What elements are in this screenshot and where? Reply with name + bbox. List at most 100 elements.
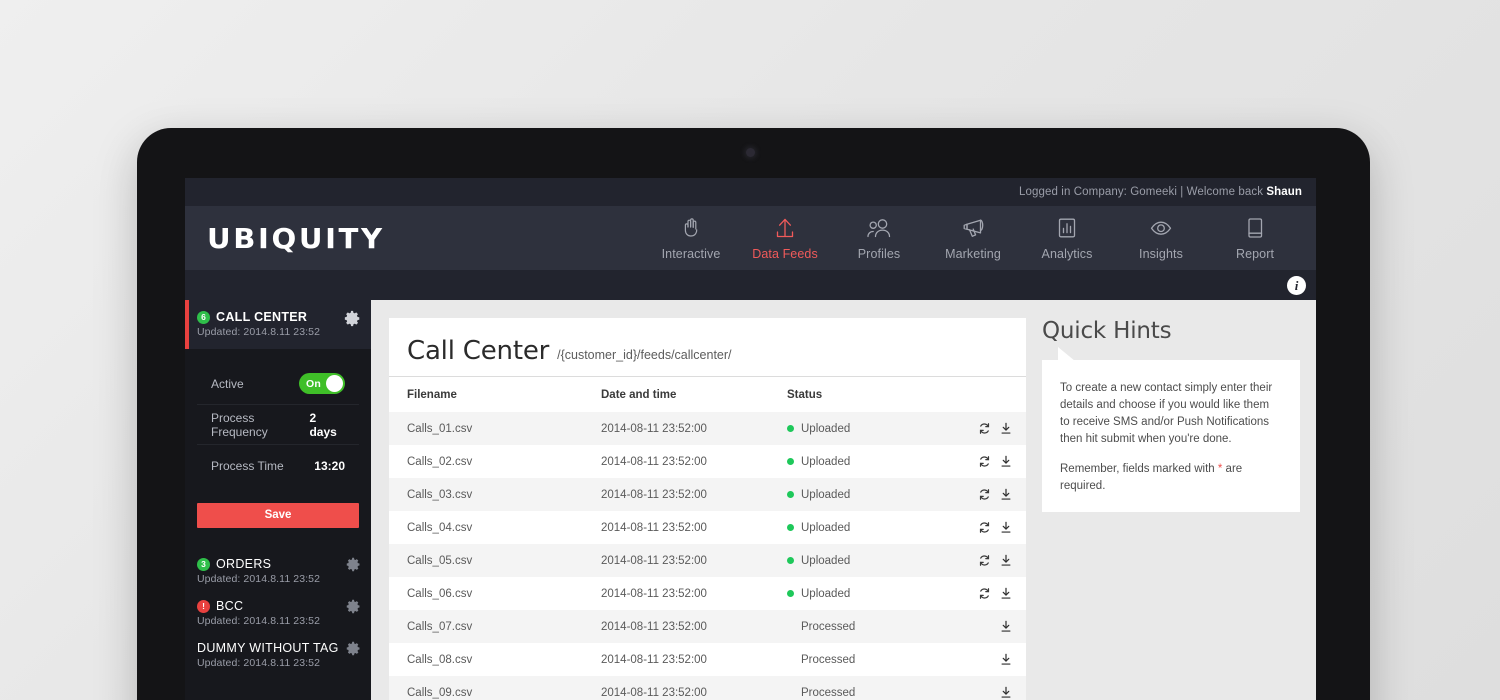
sidebar-item-orders[interactable]: 3 ORDERS Updated: 2014.8.11 23:52	[185, 550, 371, 592]
table-row[interactable]: Calls_05.csv 2014-08-11 23:52:00 Uploaded	[389, 544, 1026, 577]
status-dot	[787, 491, 794, 498]
status-label: Uploaded	[801, 521, 851, 534]
gear-icon[interactable]	[346, 557, 361, 572]
nav-item-data-feeds[interactable]: Data Feeds	[738, 214, 832, 263]
cell-actions	[960, 544, 1026, 577]
refresh-icon[interactable]	[978, 521, 991, 534]
brand-logo[interactable]: UBIQUITY	[207, 222, 385, 255]
setting-row-process-time[interactable]: Process Time 13:20	[197, 445, 359, 486]
download-icon[interactable]	[1000, 587, 1012, 600]
sidebar-item-dummy-without-tag[interactable]: DUMMY WITHOUT TAG Updated: 2014.8.11 23:…	[185, 634, 371, 676]
nav-item-report[interactable]: Report	[1208, 214, 1302, 263]
cell-actions	[960, 445, 1026, 478]
cell-filename: Calls_05.csv	[407, 554, 473, 567]
save-button[interactable]: Save	[197, 503, 359, 528]
sidebar-item-label: CALL CENTER	[216, 310, 308, 324]
download-icon[interactable]	[1000, 521, 1012, 534]
setting-label-process-time: Process Time	[211, 458, 284, 473]
cell-filename: Calls_06.csv	[407, 587, 473, 600]
table-row[interactable]: Calls_09.csv 2014-08-11 23:52:00 Processed	[389, 676, 1026, 700]
hint-text-before: Remember, fields marked with	[1060, 463, 1218, 476]
status-label: Processed	[801, 686, 856, 699]
sidebar-item-body: 6 CALL CENTER Updated: 2014.8.11 23:52	[197, 310, 338, 338]
table-row[interactable]: Calls_02.csv 2014-08-11 23:52:00 Uploaded	[389, 445, 1026, 478]
download-icon[interactable]	[1000, 422, 1012, 435]
download-icon[interactable]	[1000, 653, 1012, 666]
table-row[interactable]: Calls_06.csv 2014-08-11 23:52:00 Uploaded	[389, 577, 1026, 610]
sidebar-item-title-row: DUMMY WITHOUT TAG	[197, 641, 340, 655]
setting-value-process-time: 13:20	[314, 458, 345, 473]
refresh-icon[interactable]	[978, 554, 991, 567]
refresh-icon[interactable]	[978, 455, 991, 468]
status-label: Uploaded	[801, 587, 851, 600]
card-header: Call Center /{customer_id}/feeds/callcen…	[389, 336, 1026, 377]
setting-row-active: Active On	[197, 363, 359, 404]
sidebar-item-bcc[interactable]: ! BCC Updated: 2014.8.11 23:52	[185, 592, 371, 634]
table-row[interactable]: Calls_08.csv 2014-08-11 23:52:00 Processed	[389, 643, 1026, 676]
gear-icon[interactable]	[346, 599, 361, 614]
download-icon[interactable]	[1000, 686, 1012, 699]
body-split: 6 CALL CENTER Updated: 2014.8.11 23:52 A…	[185, 300, 1316, 700]
active-toggle[interactable]: On	[299, 373, 345, 394]
quick-hints-title: Quick Hints	[1042, 318, 1172, 344]
main-content: Call Center /{customer_id}/feeds/callcen…	[371, 300, 1316, 700]
sidebar-item-call-center[interactable]: 6 CALL CENTER Updated: 2014.8.11 23:52	[185, 300, 371, 349]
column-header-status: Status	[787, 389, 823, 401]
nav-item-profiles[interactable]: Profiles	[832, 214, 926, 263]
table-row[interactable]: Calls_04.csv 2014-08-11 23:52:00 Uploaded	[389, 511, 1026, 544]
cell-datetime: 2014-08-11 23:52:00	[601, 620, 707, 633]
nav-label-profiles: Profiles	[857, 246, 901, 261]
setting-row-frequency[interactable]: Process Frequency 2 days	[197, 404, 359, 445]
status-dot	[787, 590, 794, 597]
cell-filename: Calls_02.csv	[407, 455, 473, 468]
sidebar-item-label: DUMMY WITHOUT TAG	[197, 641, 339, 655]
refresh-icon[interactable]	[978, 587, 991, 600]
download-icon[interactable]	[1000, 554, 1012, 567]
gear-icon[interactable]	[346, 641, 361, 656]
quick-hints-paragraph-2: Remember, fields marked with * are requi…	[1060, 461, 1280, 495]
page-title: Call Center	[407, 336, 550, 366]
quick-hints-panel: Quick Hints To create a new contact simp…	[1042, 318, 1300, 700]
feed-card: Call Center /{customer_id}/feeds/callcen…	[389, 318, 1026, 700]
status-dot	[787, 425, 794, 432]
sidebar-item-body: 3 ORDERS Updated: 2014.8.11 23:52	[197, 557, 340, 585]
refresh-icon[interactable]	[978, 422, 991, 435]
sidebar-item-body: ! BCC Updated: 2014.8.11 23:52	[197, 599, 340, 627]
info-icon[interactable]: i	[1287, 275, 1306, 295]
files-table: Filename Date and time Status Calls_01.c…	[389, 377, 1026, 700]
download-icon[interactable]	[1000, 620, 1012, 633]
cell-actions	[960, 412, 1026, 445]
nav-item-marketing[interactable]: Marketing	[926, 214, 1020, 263]
nav-item-insights[interactable]: Insights	[1114, 214, 1208, 263]
table-row[interactable]: Calls_01.csv 2014-08-11 23:52:00 Uploaded	[389, 412, 1026, 445]
sidebar-item-title-row: 3 ORDERS	[197, 557, 340, 571]
status-badge: 3	[197, 557, 210, 571]
masthead: UBIQUITY Interactive Data Feeds Profiles…	[185, 206, 1316, 270]
sidebar-item-title-row: ! BCC	[197, 599, 340, 613]
download-icon[interactable]	[1000, 455, 1012, 468]
sidebar-item-updated: Updated: 2014.8.11 23:52	[197, 657, 321, 669]
nav-label-interactive: Interactive	[661, 246, 721, 261]
cell-status: Uploaded	[787, 511, 960, 544]
bar-chart-icon	[1056, 214, 1078, 240]
cell-datetime: 2014-08-11 23:52:00	[601, 455, 707, 468]
table-row[interactable]: Calls_07.csv 2014-08-11 23:52:00 Processed	[389, 610, 1026, 643]
camera-icon	[746, 148, 755, 157]
nav-item-interactive[interactable]: Interactive	[644, 214, 738, 263]
download-icon[interactable]	[1000, 488, 1012, 501]
status-label: Uploaded	[801, 455, 851, 468]
refresh-icon[interactable]	[978, 488, 991, 501]
nav-item-analytics[interactable]: Analytics	[1020, 214, 1114, 263]
cell-filename: Calls_04.csv	[407, 521, 473, 534]
status-label: Uploaded	[801, 554, 851, 567]
logged-in-username: Shaun	[1266, 186, 1302, 198]
files-table-body: Calls_01.csv 2014-08-11 23:52:00 Uploaded C…	[389, 412, 1026, 700]
gear-icon[interactable]	[344, 310, 361, 327]
cell-filename: Calls_01.csv	[407, 422, 473, 435]
cell-actions	[960, 577, 1026, 610]
table-row[interactable]: Calls_03.csv 2014-08-11 23:52:00 Uploaded	[389, 478, 1026, 511]
setting-value-frequency: 2 days	[309, 410, 337, 439]
sidebar-item-body: DUMMY WITHOUT TAG Updated: 2014.8.11 23:…	[197, 641, 340, 669]
cell-status: Processed	[787, 643, 960, 676]
